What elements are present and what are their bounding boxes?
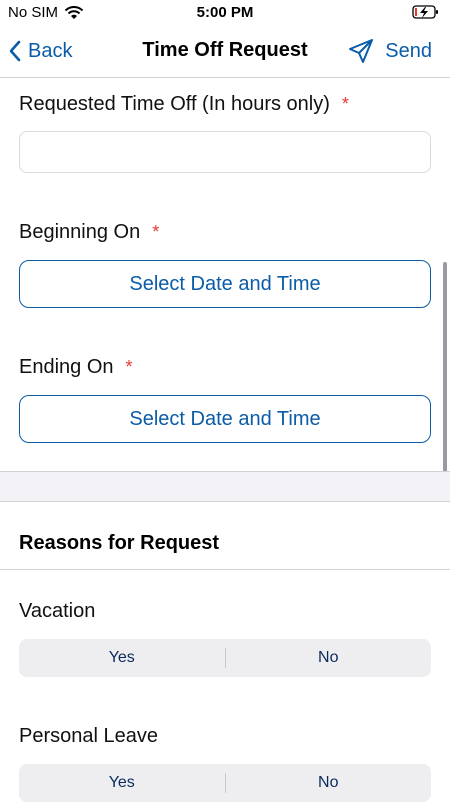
personal-leave-no-option[interactable]: No: [226, 774, 432, 792]
vacation-segmented-control: Yes No: [19, 639, 431, 677]
ending-date-time-button[interactable]: Select Date and Time: [19, 395, 431, 443]
ending-on-label: Ending On *: [19, 356, 133, 379]
requested-hours-input[interactable]: [19, 131, 431, 173]
requested-time-off-text: Requested Time Off (In hours only): [19, 93, 330, 115]
send-label: Send: [385, 39, 432, 62]
beginning-date-time-button[interactable]: Select Date and Time: [19, 260, 431, 308]
personal-leave-segmented-control: Yes No: [19, 764, 431, 802]
required-indicator: *: [125, 357, 133, 377]
reasons-section-header: Reasons for Request: [19, 532, 220, 554]
send-icon: [349, 39, 374, 63]
status-time: 5:00 PM: [196, 4, 254, 21]
beginning-on-text: Beginning On: [19, 221, 141, 243]
send-button[interactable]: Send: [347, 36, 432, 66]
vacation-label: Vacation: [19, 600, 96, 622]
ending-on-text: Ending On: [19, 356, 114, 378]
vacation-no-option[interactable]: No: [226, 649, 432, 667]
beginning-on-label: Beginning On *: [19, 221, 159, 244]
required-indicator: *: [152, 222, 160, 242]
required-indicator: *: [341, 94, 349, 114]
battery-charging-icon: [412, 5, 438, 19]
section-separator: [0, 471, 450, 502]
personal-leave-label: Personal Leave: [19, 725, 158, 747]
divider: [0, 569, 450, 570]
navigation-bar: Back Time Off Request Send: [0, 26, 450, 78]
status-bar: No SIM 5:00 PM: [0, 0, 450, 26]
personal-leave-yes-option[interactable]: Yes: [19, 774, 225, 792]
requested-time-off-label: Requested Time Off (In hours only) *: [19, 93, 349, 116]
scroll-indicator[interactable]: [443, 262, 447, 498]
vacation-yes-option[interactable]: Yes: [19, 649, 225, 667]
